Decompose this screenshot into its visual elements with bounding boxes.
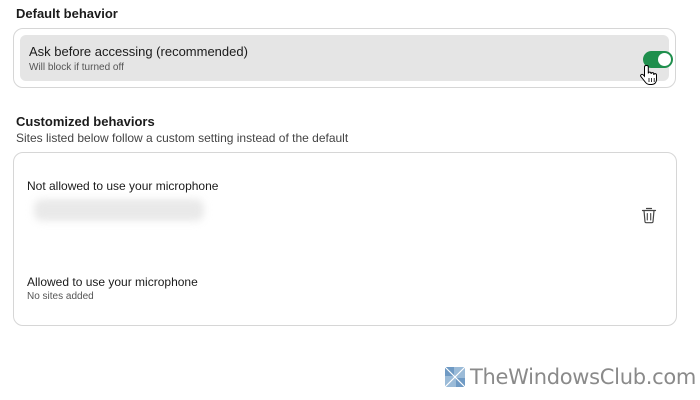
blocked-site-entry	[34, 199, 204, 221]
setting-description: Will block if turned off	[29, 62, 124, 73]
ask-before-accessing-row[interactable]: Ask before accessing (recommended) Will …	[20, 35, 673, 81]
allowed-label: Allowed to use your microphone	[27, 275, 198, 289]
customized-behaviors-card: Not allowed to use your microphone Allow…	[13, 152, 677, 326]
watermark-text: TheWindowsClub.com	[470, 365, 697, 389]
customized-behaviors-heading: Customized behaviors	[16, 114, 155, 129]
customized-behaviors-description: Sites listed below follow a custom setti…	[16, 131, 349, 145]
not-allowed-label: Not allowed to use your microphone	[27, 179, 219, 193]
default-behavior-card: Ask before accessing (recommended) Will …	[13, 28, 676, 88]
no-sites-added-text: No sites added	[27, 291, 94, 302]
trash-icon[interactable]	[641, 206, 657, 224]
watermark: TheWindowsClub.com	[444, 364, 696, 390]
toggle-knob	[658, 53, 671, 66]
setting-title: Ask before accessing (recommended)	[29, 44, 248, 59]
hand-pointer-cursor-icon	[640, 65, 657, 85]
default-behavior-heading: Default behavior	[16, 6, 118, 21]
windows-club-logo-icon	[444, 366, 466, 388]
site-permissions-microphone: Default behavior Ask before accessing (r…	[0, 0, 700, 400]
